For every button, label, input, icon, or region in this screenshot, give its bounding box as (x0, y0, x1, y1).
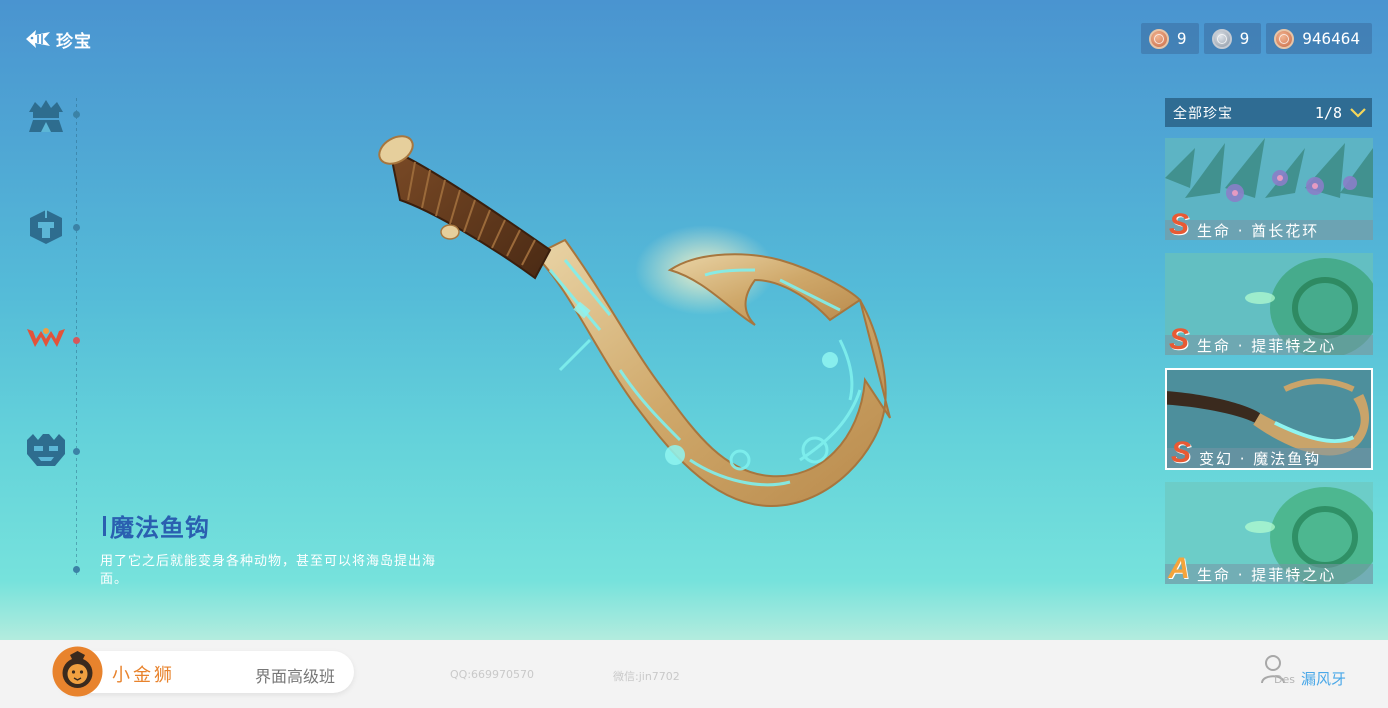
course-name: 界面高级班 (255, 667, 336, 686)
card-caption: A 生命 · 提菲特之心 (1165, 554, 1373, 584)
card-name: 生命 · 酋长花环 (1197, 221, 1320, 240)
treasure-card[interactable]: S 生命 · 酋长花环 (1165, 138, 1373, 240)
tent-icon (29, 100, 63, 132)
lion-avatar (52, 646, 103, 697)
silver-coin-icon (1211, 28, 1232, 49)
bronze-coin-icon (1274, 28, 1295, 49)
treasure-card[interactable]: S 生命 · 提菲特之心 (1165, 253, 1373, 355)
nav-dot-active (73, 337, 80, 344)
currency-value: 9 (1239, 29, 1250, 48)
filter-label: 全部珍宝 (1173, 105, 1233, 122)
card-caption: S 生命 · 酋长花环 (1165, 210, 1373, 240)
qq-contact: QQ:669970570 (450, 668, 535, 681)
currency-chip[interactable]: 9 (1140, 23, 1199, 54)
wechat-contact: 微信:jin7702 (613, 670, 680, 683)
rank-badge: S (1168, 323, 1189, 355)
brand-name: 小金狮 (112, 665, 175, 686)
author-name: 漏风牙 (1301, 670, 1347, 688)
currency-chip[interactable]: 946464 (1266, 23, 1372, 54)
item-name-text: 魔法鱼钩 (110, 514, 210, 542)
nav-dot (73, 111, 80, 118)
card-name: 变幻 · 魔法鱼钩 (1199, 449, 1322, 468)
currency-chip[interactable]: 9 (1203, 23, 1262, 54)
helmet-icon (30, 210, 62, 244)
rank-badge: S (1170, 436, 1191, 469)
card-name: 生命 · 提菲特之心 (1197, 565, 1337, 584)
nav-item-helmet[interactable] (22, 203, 70, 251)
rank-badge: S (1168, 208, 1189, 240)
filter-count: 1/8 (1314, 103, 1342, 122)
item-name: 魔法鱼钩 (100, 508, 460, 543)
card-name: 生命 · 提菲特之心 (1197, 336, 1337, 355)
magic-fish-hook-image (378, 135, 891, 508)
nav-dot (73, 566, 80, 573)
nav-item-tent[interactable] (22, 92, 70, 140)
treasure-filter-dropdown[interactable]: 全部珍宝 1/8 (1165, 98, 1372, 127)
currency-bar: 9 9 946464 (1140, 23, 1372, 54)
category-nav (20, 90, 90, 590)
currency-value: 9 (1176, 29, 1187, 48)
footer-bar: 小金狮 界面高级班 QQ:669970570 微信:jin7702 Des 漏风… (0, 640, 1388, 708)
nav-item-totem[interactable] (22, 426, 70, 474)
chevron-down-icon (1350, 107, 1366, 118)
card-caption: S 生命 · 提菲特之心 (1165, 325, 1373, 355)
nav-item-crown[interactable] (22, 314, 70, 362)
crown-w-icon (27, 328, 65, 347)
currency-value: 946464 (1302, 29, 1360, 48)
fish-bone-back-icon (26, 30, 50, 48)
game-scene: 珍宝 9 9 946464 魔法鱼钩 用了它之后就能变身各种动物，甚至可以将海岛… (0, 0, 1388, 640)
item-info: 魔法鱼钩 用了它之后就能变身各种动物，甚至可以将海岛提出海面。 (100, 508, 460, 589)
page-title: 珍宝 (56, 31, 92, 52)
treasure-card-selected[interactable]: S 变幻 · 魔法鱼钩 (1165, 368, 1373, 470)
title-bar-decoration (103, 515, 106, 536)
author-tag: Des (1274, 673, 1295, 686)
card-caption: S 变幻 · 魔法鱼钩 (1167, 438, 1371, 468)
totem-mask-icon (27, 434, 65, 466)
nav-dot (73, 224, 80, 231)
nav-dot (73, 448, 80, 455)
rank-badge: A (1168, 552, 1190, 584)
bronze-coin-icon (1148, 28, 1169, 49)
back-button[interactable]: 珍宝 (24, 26, 92, 52)
item-description: 用了它之后就能变身各种动物，甚至可以将海岛提出海面。 (100, 554, 437, 587)
treasure-card[interactable]: A 生命 · 提菲特之心 (1165, 482, 1373, 584)
